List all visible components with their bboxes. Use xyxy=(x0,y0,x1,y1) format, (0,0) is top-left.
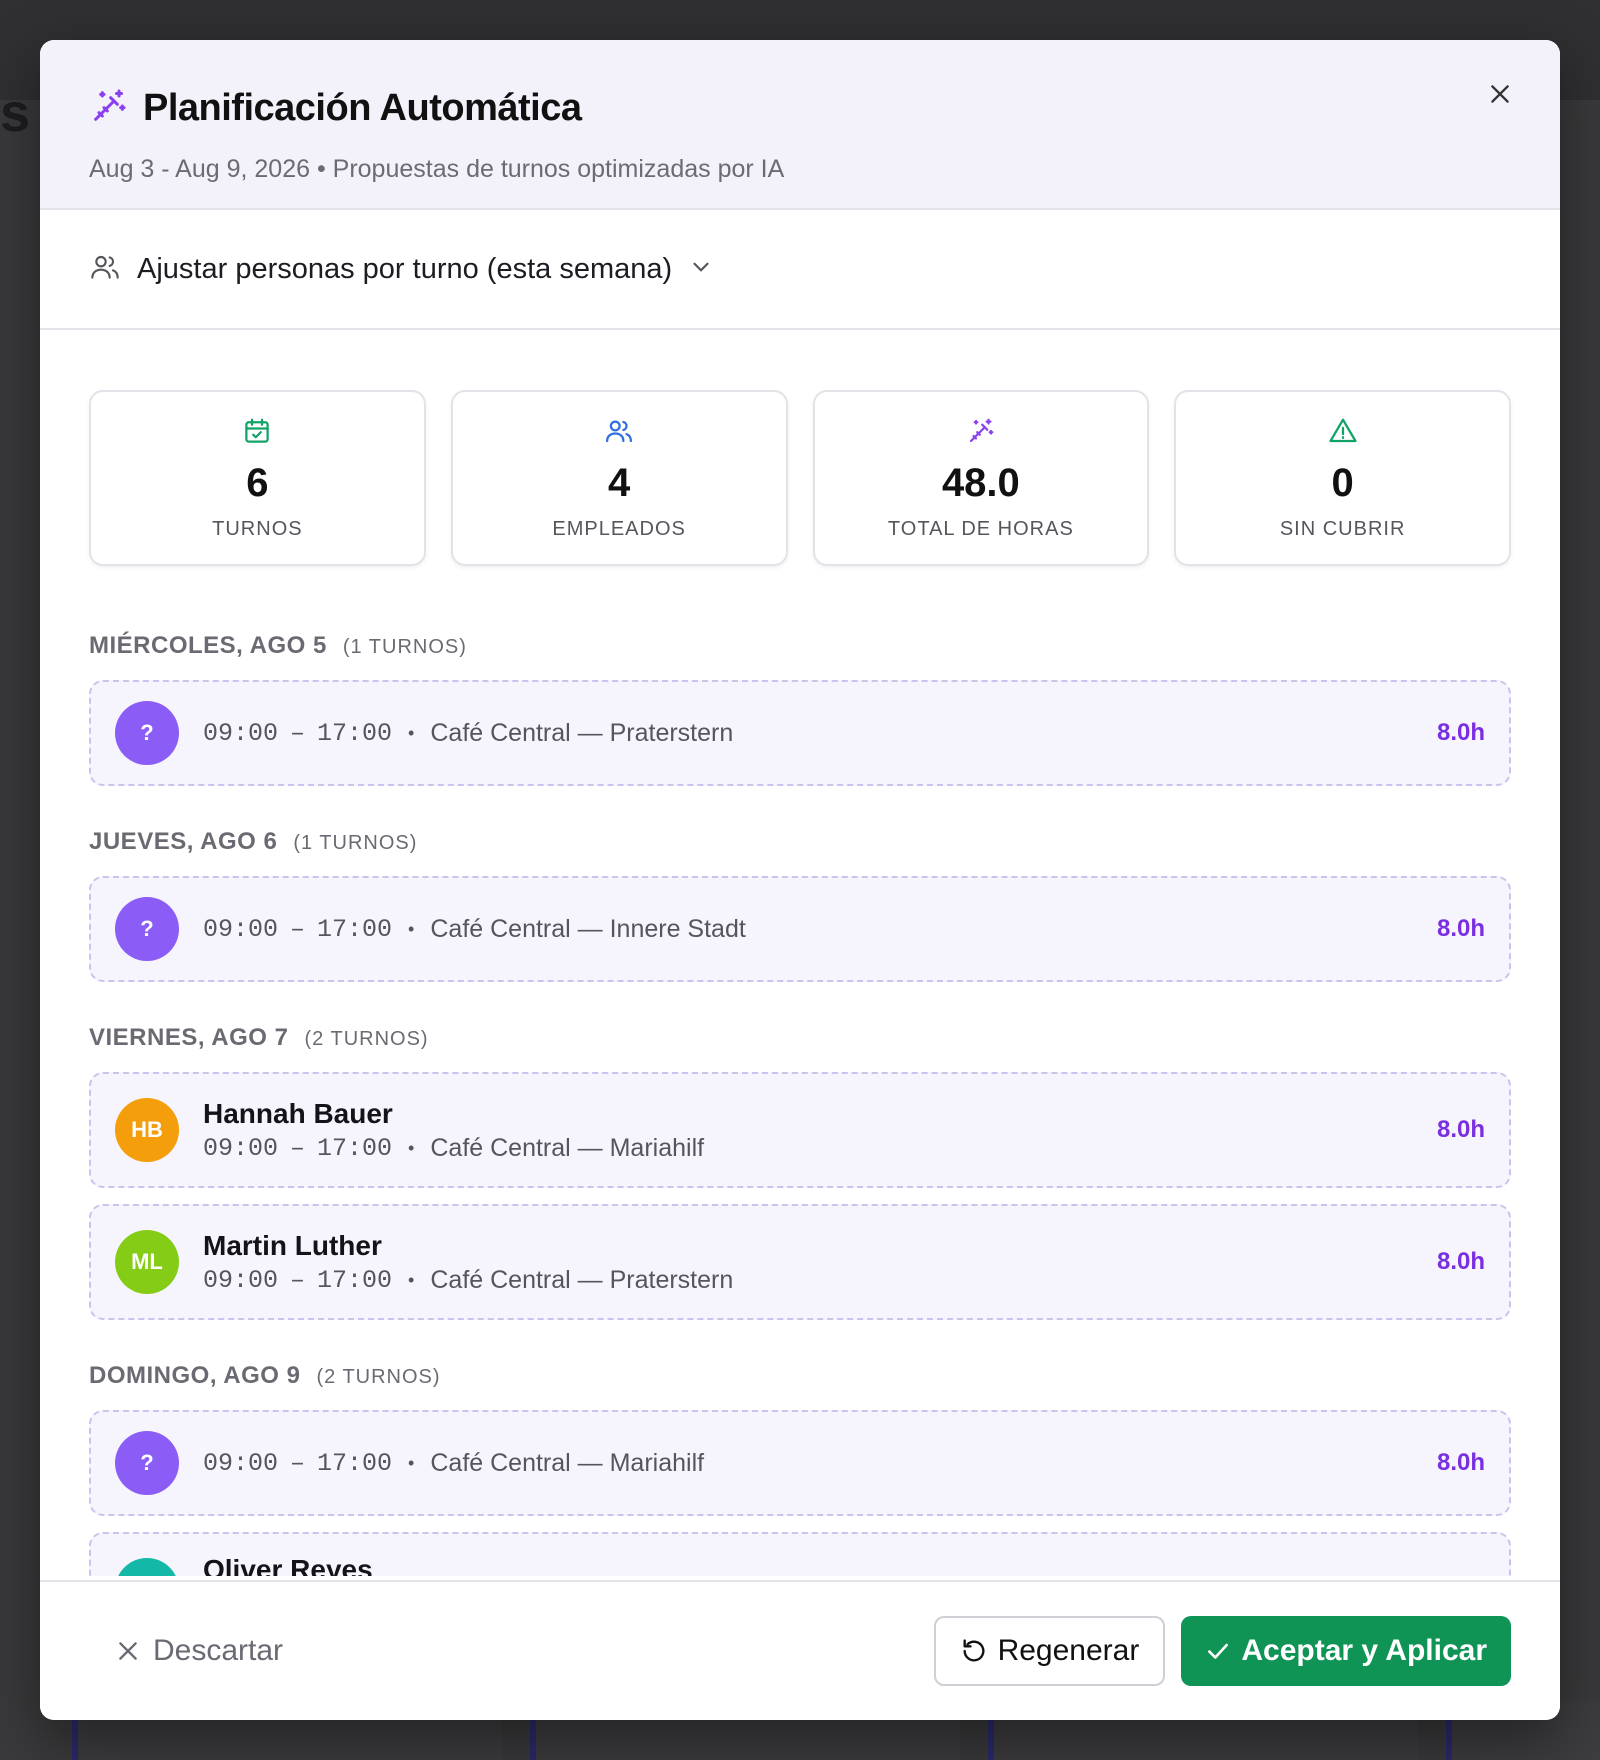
shift-card[interactable]: ? 09:00 – 17:00 • Café Central — Praters… xyxy=(89,680,1511,786)
shift-end: 17:00 xyxy=(317,1265,393,1295)
stat-card-total-hours: 48.0 TOTAL DE HORAS xyxy=(812,390,1150,566)
day-shift-count: (1 TURNOS) xyxy=(342,636,467,658)
time-dash: – xyxy=(290,1448,306,1478)
shift-hours: 8.0h xyxy=(1436,1116,1485,1143)
shift-card[interactable]: ? 09:00 – 17:00 • Café Central — Mariahi… xyxy=(89,1410,1511,1516)
separator-dot: • xyxy=(408,1269,415,1290)
accept-apply-label: Aceptar y Aplicar xyxy=(1241,1634,1487,1667)
users-icon xyxy=(89,251,121,288)
shift-location: Café Central — Praterstern xyxy=(430,718,734,747)
discard-button[interactable]: Descartar xyxy=(115,1634,283,1668)
time-dash: – xyxy=(290,1265,306,1295)
day-shift-count: (2 TURNOS) xyxy=(316,1366,441,1388)
shift-card[interactable]: ? 09:00 – 17:00 • Café Central — Innere … xyxy=(89,876,1511,982)
close-icon xyxy=(119,1642,137,1660)
stat-label: EMPLEADOS xyxy=(552,518,686,540)
avatar: ? xyxy=(115,1431,179,1495)
stat-card-uncovered: 0 SIN CUBRIR xyxy=(1174,390,1511,566)
shift-location: Café Central — Mariahilf xyxy=(430,1448,705,1477)
employee-name: Hannah Bauer xyxy=(203,1097,393,1129)
stat-label: TOTAL DE HORAS xyxy=(887,518,1074,540)
separator-dot: • xyxy=(408,722,415,743)
shift-start: 09:00 xyxy=(203,1265,279,1295)
background-title-fragment: s xyxy=(0,83,31,143)
shift-end: 17:00 xyxy=(317,1133,393,1163)
shift-start: 09:00 xyxy=(203,1448,279,1478)
stat-value: 4 xyxy=(608,461,631,505)
stat-value: 0 xyxy=(1331,461,1354,505)
stat-card-shifts: 6 TURNOS xyxy=(89,390,426,566)
shift-hours: 8.0h xyxy=(1436,719,1485,746)
stats-row: 6 TURNOS 4 EMPLEADOS 48.0 TOTAL DE HORAS… xyxy=(89,390,1511,566)
stat-value: 48.0 xyxy=(941,461,1020,505)
separator-dot: • xyxy=(408,918,415,939)
shift-end: 17:00 xyxy=(317,914,393,944)
day-header: DOMINGO, AGO 9 (2 TURNOS) xyxy=(89,1362,1511,1390)
users-icon xyxy=(604,416,634,451)
shift-end: 17:00 xyxy=(317,718,393,748)
day-name: JUEVES, AGO 6 xyxy=(89,828,278,855)
accept-apply-button[interactable]: Aceptar y Aplicar xyxy=(1181,1616,1511,1686)
discard-label: Descartar xyxy=(153,1634,284,1667)
shift-card-partial[interactable]: Oliver Reyes xyxy=(89,1532,1511,1576)
employee-name: Oliver Reyes xyxy=(203,1554,373,1576)
close-icon xyxy=(1491,85,1509,103)
regenerate-button[interactable]: Regenerar xyxy=(933,1616,1166,1686)
shift-hours: 8.0h xyxy=(1436,1248,1485,1275)
shift-location: Café Central — Innere Stadt xyxy=(430,914,746,943)
time-dash: – xyxy=(290,914,306,944)
day-header: JUEVES, AGO 6 (1 TURNOS) xyxy=(89,828,1511,856)
shift-card[interactable]: ML Martin Luther 09:00 – 17:00 • Café Ce… xyxy=(89,1204,1511,1320)
day-name: DOMINGO, AGO 9 xyxy=(89,1362,301,1389)
magic-wand-icon xyxy=(966,416,996,451)
stat-value: 6 xyxy=(246,461,269,505)
close-button[interactable] xyxy=(1478,72,1522,116)
adjust-staffing-toggle[interactable]: Ajustar personas por turno (esta semana) xyxy=(40,210,1560,330)
regenerate-label: Regenerar xyxy=(997,1634,1140,1667)
adjust-staffing-label: Ajustar personas por turno (esta semana) xyxy=(137,252,673,285)
avatar xyxy=(115,1558,179,1576)
separator-dot: • xyxy=(408,1137,415,1158)
stat-label: TURNOS xyxy=(212,518,303,540)
shift-card[interactable]: HB Hannah Bauer 09:00 – 17:00 • Café Cen… xyxy=(89,1072,1511,1188)
calendar-check-icon xyxy=(242,416,272,451)
time-dash: – xyxy=(290,718,306,748)
modal-header: Planificación Automática Aug 3 - Aug 9, … xyxy=(40,40,1560,210)
shift-hours: 8.0h xyxy=(1436,915,1485,942)
shift-start: 09:00 xyxy=(203,718,279,748)
day-header: VIERNES, AGO 7 (2 TURNOS) xyxy=(89,1024,1511,1052)
warning-icon xyxy=(1328,416,1358,451)
employee-name: Martin Luther xyxy=(203,1229,382,1261)
shift-end: 17:00 xyxy=(317,1448,393,1478)
shift-start: 09:00 xyxy=(203,914,279,944)
day-name: MIÉRCOLES, AGO 5 xyxy=(89,632,327,659)
check-icon xyxy=(1208,1643,1229,1659)
avatar: ? xyxy=(115,897,179,961)
separator-dot: • xyxy=(408,1452,415,1473)
shift-location: Café Central — Praterstern xyxy=(430,1265,734,1294)
shift-hours: 8.0h xyxy=(1436,1449,1485,1476)
auto-schedule-modal: Planificación Automática Aug 3 - Aug 9, … xyxy=(40,40,1560,1720)
time-dash: – xyxy=(290,1133,306,1163)
modal-footer: Descartar Regenerar Aceptar y Aplicar xyxy=(40,1580,1560,1720)
day-header: MIÉRCOLES, AGO 5 (1 TURNOS) xyxy=(89,632,1511,660)
modal-title: Planificación Automática xyxy=(143,87,582,129)
chevron-down-icon xyxy=(688,254,714,285)
stat-label: SIN CUBRIR xyxy=(1279,518,1406,540)
magic-wand-icon xyxy=(89,86,129,131)
day-name: VIERNES, AGO 7 xyxy=(89,1024,289,1051)
stat-card-employees: 4 EMPLEADOS xyxy=(450,390,788,566)
avatar: ? xyxy=(115,701,179,765)
avatar: HB xyxy=(115,1098,179,1162)
refresh-icon xyxy=(963,1639,985,1662)
modal-subtitle: Aug 3 - Aug 9, 2026 • Propuestas de turn… xyxy=(89,155,785,183)
shift-start: 09:00 xyxy=(203,1133,279,1163)
modal-content-scroll[interactable]: 6 TURNOS 4 EMPLEADOS 48.0 TOTAL DE HORAS… xyxy=(40,330,1560,1576)
shift-location: Café Central — Mariahilf xyxy=(430,1133,705,1162)
day-shift-count: (2 TURNOS) xyxy=(304,1028,429,1050)
avatar: ML xyxy=(115,1230,179,1294)
day-shift-count: (1 TURNOS) xyxy=(293,832,418,854)
